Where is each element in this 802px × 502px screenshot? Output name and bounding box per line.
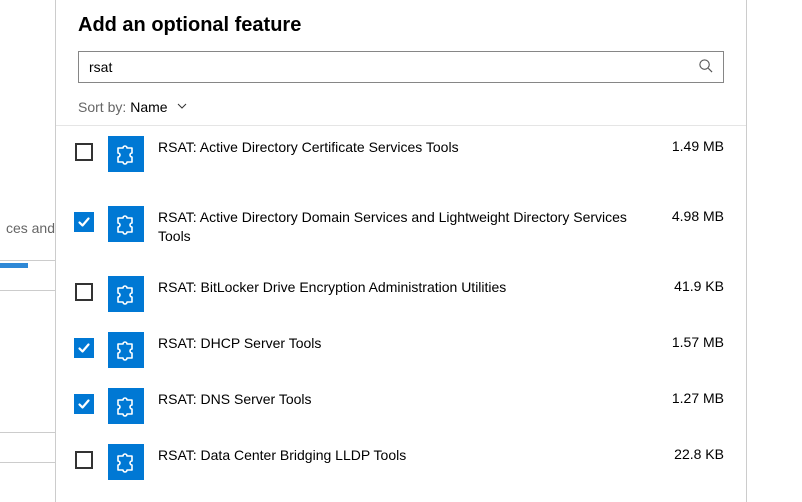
feature-checkbox[interactable] — [74, 212, 94, 232]
search-icon[interactable] — [698, 58, 713, 76]
feature-size: 1.49 MB — [672, 136, 724, 154]
feature-checkbox[interactable] — [74, 142, 94, 162]
feature-size: 41.9 KB — [674, 276, 724, 294]
bg-text-fragment: ces and — [6, 220, 55, 236]
sort-dropdown[interactable]: Sort by: Name — [78, 99, 724, 115]
chevron-down-icon — [176, 99, 188, 115]
sort-label: Sort by: — [78, 99, 126, 115]
feature-list: RSAT: Active Directory Certificate Servi… — [56, 125, 746, 502]
background-underlay: ces and — [0, 0, 55, 502]
feature-label: RSAT: BitLocker Drive Encryption Adminis… — [158, 276, 660, 297]
search-input[interactable] — [89, 59, 698, 75]
feature-checkbox[interactable] — [74, 338, 94, 358]
feature-row[interactable]: RSAT: Data Center Bridging LLDP Tools 22.… — [56, 434, 746, 490]
feature-row[interactable]: RSAT: DNS Server Tools 1.27 MB — [56, 378, 746, 434]
optional-feature-panel: Add an optional feature Sort by: Name RS… — [55, 0, 747, 502]
feature-size: 4.98 MB — [672, 206, 724, 224]
page-title: Add an optional feature — [78, 14, 724, 37]
feature-checkbox[interactable] — [74, 450, 94, 470]
checkbox-empty-icon — [75, 143, 93, 161]
puzzle-icon — [108, 136, 144, 172]
bg-divider — [0, 432, 55, 433]
feature-label: RSAT: Data Center Bridging LLDP Tools — [158, 444, 660, 465]
feature-row[interactable]: RSAT: Active Directory Domain Services a… — [56, 196, 746, 266]
feature-row[interactable]: RSAT: DHCP Server Tools 1.57 MB — [56, 322, 746, 378]
puzzle-icon — [108, 444, 144, 480]
feature-checkbox[interactable] — [74, 394, 94, 414]
checkmark-icon — [74, 394, 94, 414]
checkmark-icon — [74, 212, 94, 232]
checkmark-icon — [74, 338, 94, 358]
feature-label: RSAT: DHCP Server Tools — [158, 332, 658, 353]
feature-label: RSAT: DNS Server Tools — [158, 388, 658, 409]
feature-row[interactable]: RSAT: Active Directory Certificate Servi… — [56, 126, 746, 196]
search-box[interactable] — [78, 51, 724, 83]
checkbox-empty-icon — [75, 283, 93, 301]
feature-label: RSAT: Active Directory Certificate Servi… — [158, 136, 658, 157]
bg-divider — [0, 290, 55, 291]
puzzle-icon — [108, 332, 144, 368]
feature-label: RSAT: Active Directory Domain Services a… — [158, 206, 658, 246]
bg-divider — [0, 260, 55, 261]
puzzle-icon — [108, 276, 144, 312]
feature-size: 1.57 MB — [672, 332, 724, 350]
feature-size: 1.27 MB — [672, 388, 724, 406]
feature-row[interactable]: RSAT: BitLocker Drive Encryption Adminis… — [56, 266, 746, 322]
puzzle-icon — [108, 206, 144, 242]
checkbox-empty-icon — [75, 451, 93, 469]
bg-selection-indicator — [0, 263, 28, 268]
sort-value: Name — [130, 99, 167, 115]
feature-checkbox[interactable] — [74, 282, 94, 302]
feature-size: 22.8 KB — [674, 444, 724, 462]
panel-header: Add an optional feature Sort by: Name — [56, 0, 746, 125]
bg-divider — [0, 462, 55, 463]
puzzle-icon — [108, 388, 144, 424]
